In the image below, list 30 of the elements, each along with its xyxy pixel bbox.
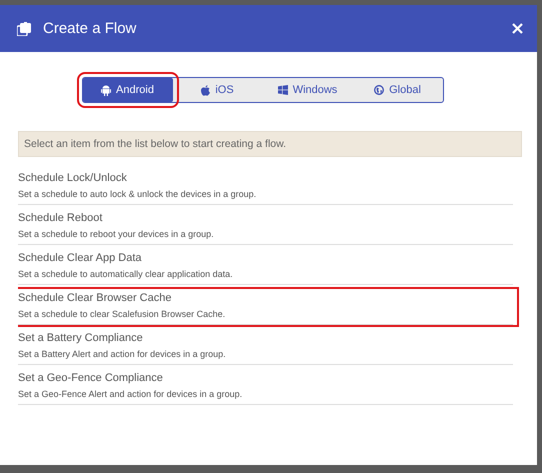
platform-tab[interactable]: Global bbox=[352, 78, 442, 102]
flow-list-item[interactable]: Schedule Clear Browser Cache Set a schedule to clear Scalefusion Browser Cache. bbox=[18, 287, 519, 327]
flow-title: Set a Geo-Fence Compliance bbox=[18, 372, 164, 384]
windows-icon bbox=[278, 85, 288, 95]
platform-tab[interactable]: Windows bbox=[262, 78, 352, 102]
globe-icon bbox=[374, 85, 384, 95]
flow-list-item[interactable]: Set a Geo-Fence Compliance Set a Geo-Fence Alert and action for devices in a group. bbox=[18, 367, 519, 407]
flow-description: Set a schedule to automatically clear application data. bbox=[18, 269, 234, 279]
flow-list-item[interactable]: Schedule Reboot Set a schedule to reboot your devices in a group. bbox=[18, 207, 519, 247]
platform-tab[interactable]: iOS bbox=[172, 78, 262, 102]
flow-description: Set a schedule to clear Scalefusion Browser Cache. bbox=[18, 309, 226, 319]
flow-description: Set a schedule to reboot your devices in a group. bbox=[18, 229, 215, 239]
flow-title: Schedule Reboot bbox=[18, 212, 104, 224]
apple-icon bbox=[201, 84, 210, 96]
dialog-title: Create a Flow bbox=[43, 20, 138, 37]
info-message: Select an item from the list below to start creating a flow. bbox=[18, 131, 522, 157]
flow-title: Set a Battery Compliance bbox=[18, 332, 144, 344]
flow-title: Schedule Lock/Unlock bbox=[18, 172, 128, 184]
flow-description: Set a Battery Alert and action for devices in a group. bbox=[18, 349, 227, 359]
flow-list-item[interactable]: Set a Battery Compliance Set a Battery Alert and action for devices in a group. bbox=[18, 327, 519, 367]
android-icon bbox=[101, 84, 112, 96]
flow-description: Set a Geo-Fence Alert and action for devices in a group. bbox=[18, 389, 244, 399]
flow-description: Set a schedule to auto lock & unlock the devices in a group. bbox=[18, 189, 258, 199]
platform-tab[interactable]: Android bbox=[82, 78, 172, 102]
flow-list-item[interactable]: Schedule Lock/Unlock Set a schedule to auto lock & unlock the devices in a group. bbox=[18, 167, 519, 207]
flow-list-item[interactable]: Schedule Clear App Data Set a schedule to automatically clear application data. bbox=[18, 247, 519, 287]
flow-icon bbox=[17, 22, 31, 36]
close-button[interactable] bbox=[512, 23, 523, 34]
flow-title: Schedule Clear Browser Cache bbox=[18, 292, 172, 304]
flow-title: Schedule Clear App Data bbox=[18, 252, 143, 264]
